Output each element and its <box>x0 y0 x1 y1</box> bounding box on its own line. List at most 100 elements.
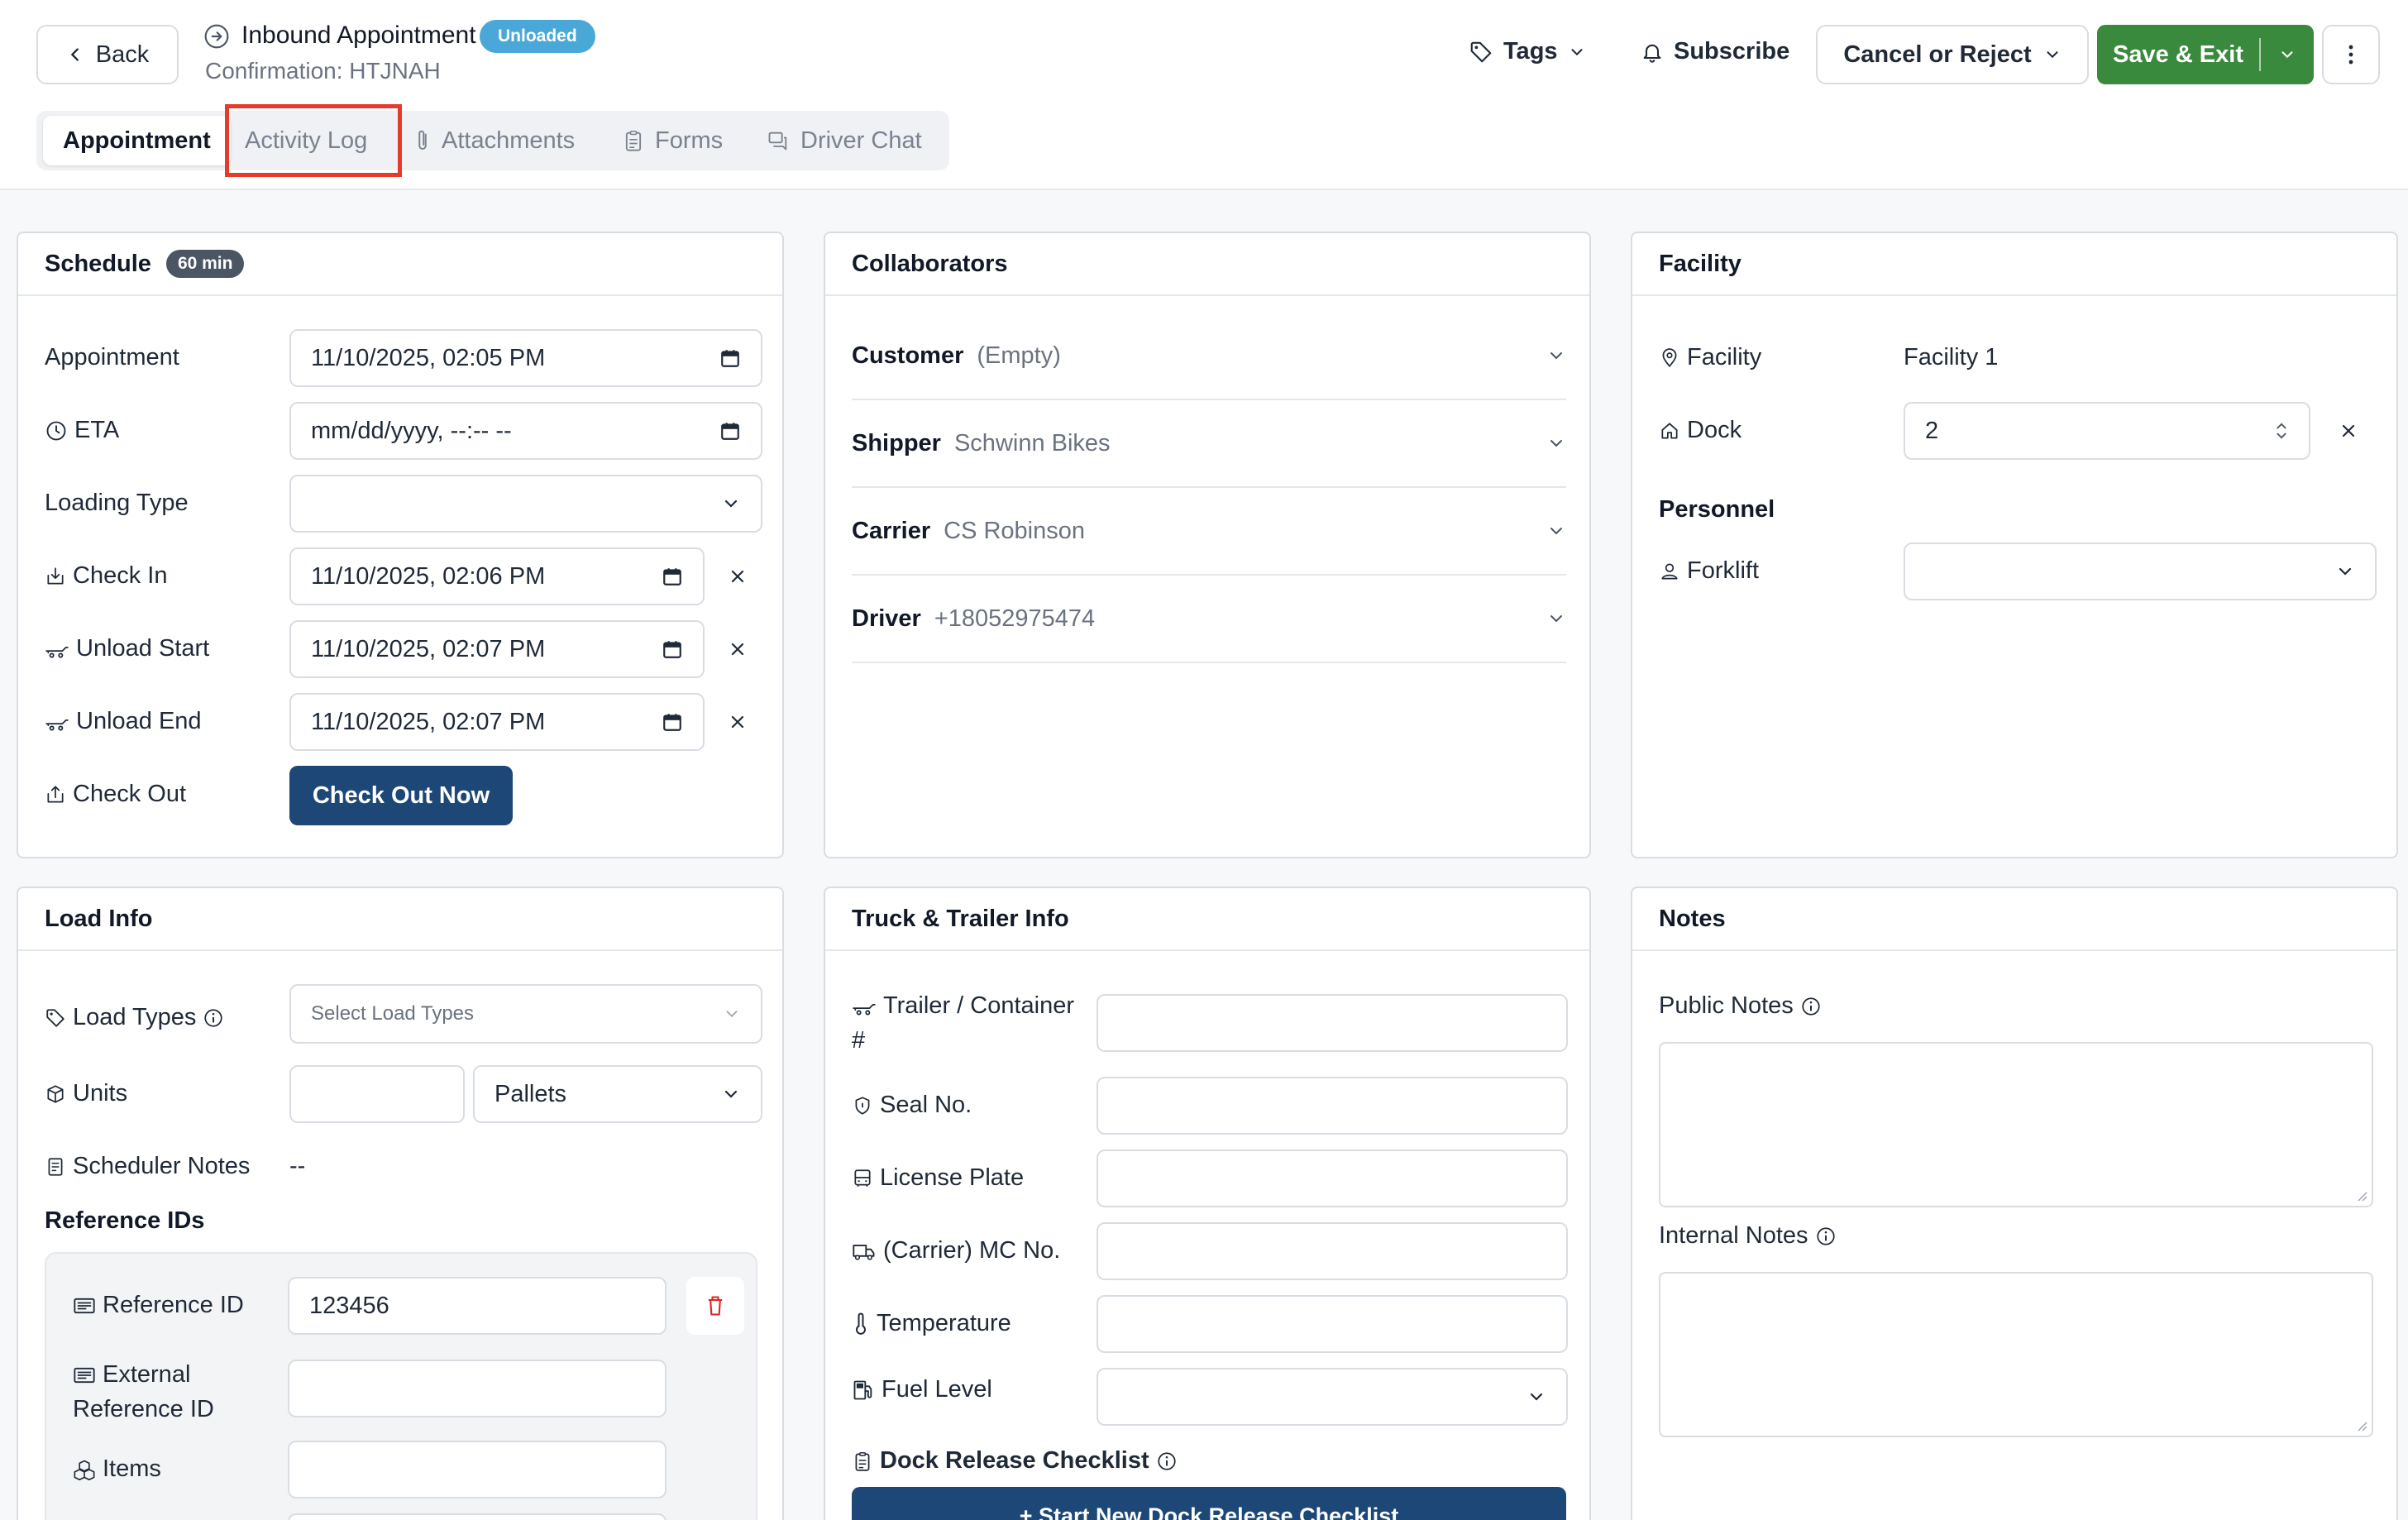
clear-dock-button[interactable] <box>2334 416 2363 446</box>
calendar-icon[interactable] <box>719 347 741 369</box>
highlight-box <box>225 104 402 177</box>
trash-icon <box>705 1294 725 1317</box>
close-icon <box>728 639 748 659</box>
collaborator-carrier-row[interactable]: Carrier CS Robinson <box>852 488 1566 576</box>
check-out-now-button[interactable]: Check Out Now <box>289 766 513 825</box>
schedule-title: Schedule <box>45 250 151 277</box>
map-pin-icon <box>1659 347 1680 370</box>
load-info-header: Load Info <box>18 888 782 951</box>
public-notes-textarea[interactable] <box>1659 1042 2373 1207</box>
cancel-or-reject-button[interactable]: Cancel or Reject <box>1816 25 2089 84</box>
tags-button[interactable]: Tags <box>1469 38 1586 65</box>
trailer-number-input[interactable] <box>1096 994 1568 1052</box>
box-icon <box>45 1083 66 1105</box>
collaborator-customer-row[interactable]: Customer (Empty) <box>852 313 1566 400</box>
forklift-label: Forklift <box>1659 557 1759 585</box>
forklift-select[interactable] <box>1904 543 2377 600</box>
tab-driver-chat[interactable]: Driver Chat <box>766 111 922 170</box>
dock-release-checklist-label: Dock Release Checklist <box>852 1447 1178 1475</box>
save-and-exit-button[interactable]: Save & Exit <box>2097 25 2259 84</box>
license-plate-label: License Plate <box>852 1164 1024 1192</box>
tags-label: Tags <box>1503 38 1558 65</box>
home-icon <box>1659 420 1680 442</box>
close-icon <box>728 566 748 586</box>
notes-title: Notes <box>1659 905 1726 932</box>
loading-type-label: Loading Type <box>45 490 189 516</box>
resize-handle-icon[interactable] <box>2355 1189 2368 1202</box>
eta-datetime-input[interactable]: mm/dd/yyyy, --:-- -- <box>289 402 762 460</box>
unload-start-datetime-input[interactable]: 11/10/2025, 02:07 PM <box>289 620 705 678</box>
delete-reference-button[interactable] <box>686 1277 744 1335</box>
trailer-label-line2: # <box>852 1027 866 1054</box>
internal-notes-textarea[interactable] <box>1659 1272 2373 1437</box>
save-options-button[interactable] <box>2261 25 2314 84</box>
appointment-label: Appointment <box>45 344 179 370</box>
calendar-icon[interactable] <box>662 638 683 660</box>
items-label: Items <box>73 1455 161 1483</box>
info-icon[interactable] <box>203 1007 224 1029</box>
clear-unload-start-button[interactable] <box>723 634 752 664</box>
check-in-datetime-input[interactable]: 11/10/2025, 02:06 PM <box>289 547 705 605</box>
collaborator-shipper-row[interactable]: Shipper Schwinn Bikes <box>852 400 1566 488</box>
calendar-icon[interactable] <box>719 420 741 442</box>
tab-forms[interactable]: Forms <box>622 111 723 170</box>
temperature-label: Temperature <box>852 1310 1011 1337</box>
schedule-card: Schedule 60 min Appointment 11/10/2025, … <box>17 232 784 858</box>
mc-number-input[interactable] <box>1096 1222 1568 1280</box>
mc-number-label: (Carrier) MC No. <box>852 1237 1060 1264</box>
next-reference-input[interactable] <box>288 1513 666 1520</box>
reference-id-input[interactable]: 123456 <box>288 1277 666 1335</box>
reference-id-group: Reference ID 123456 External Reference I… <box>45 1252 757 1520</box>
more-options-button[interactable] <box>2322 25 2380 84</box>
units-label: Units <box>45 1080 127 1107</box>
info-icon[interactable] <box>1800 996 1822 1017</box>
appointment-datetime-input[interactable]: 11/10/2025, 02:05 PM <box>289 329 762 387</box>
loading-type-select[interactable] <box>289 475 762 533</box>
clock-icon <box>45 419 68 442</box>
check-out-icon <box>45 783 66 806</box>
start-dock-release-checklist-button[interactable]: + Start New Dock Release Checklist <box>852 1487 1566 1520</box>
back-button[interactable]: Back <box>36 25 179 84</box>
subscribe-button[interactable]: Subscribe <box>1641 38 1789 65</box>
calendar-icon[interactable] <box>662 711 683 733</box>
truck-trailer-card: Truck & Trailer Info Trailer / Container… <box>824 887 1591 1520</box>
items-input[interactable] <box>288 1441 666 1498</box>
truck-icon <box>45 712 69 732</box>
resize-handle-icon[interactable] <box>2355 1419 2368 1432</box>
units-input[interactable] <box>289 1065 465 1123</box>
info-icon[interactable] <box>1156 1451 1178 1472</box>
seal-number-input[interactable] <box>1096 1077 1568 1135</box>
unload-start-value: 11/10/2025, 02:07 PM <box>311 635 546 662</box>
chevron-down-icon <box>721 1084 741 1104</box>
unload-end-datetime-input[interactable]: 11/10/2025, 02:07 PM <box>289 693 705 751</box>
calendar-icon[interactable] <box>662 566 683 587</box>
unload-start-label: Unload Start <box>45 635 209 662</box>
info-icon[interactable] <box>1815 1226 1837 1247</box>
license-plate-input[interactable] <box>1096 1150 1568 1207</box>
temperature-input[interactable] <box>1096 1295 1568 1353</box>
clear-unload-end-button[interactable] <box>723 707 752 737</box>
chevron-down-icon <box>1546 346 1566 366</box>
tab-appointment[interactable]: Appointment <box>43 116 231 165</box>
trailer-icon <box>852 997 877 1016</box>
status-badge: Unloaded <box>480 20 595 53</box>
scheduler-notes-label: Scheduler Notes <box>45 1153 250 1180</box>
fuel-level-select[interactable] <box>1096 1368 1568 1426</box>
chevron-down-icon <box>1546 521 1566 541</box>
carrier-label: Carrier <box>852 517 931 544</box>
clear-check-in-button[interactable] <box>723 562 752 591</box>
units-type-select[interactable]: Pallets <box>473 1065 762 1123</box>
notes-icon <box>45 1155 66 1178</box>
tab-attachments[interactable]: Attachments <box>413 111 575 170</box>
stepper-icon[interactable] <box>2274 419 2289 442</box>
page-title: Inbound Appointment <box>241 22 476 49</box>
dock-number-input[interactable]: 2 <box>1904 402 2310 460</box>
tag-icon <box>1469 40 1493 65</box>
collaborator-driver-row[interactable]: Driver +18052975474 <box>852 576 1566 663</box>
external-reference-input[interactable] <box>288 1360 666 1417</box>
truck-trailer-title: Truck & Trailer Info <box>852 905 1069 932</box>
customer-value: (Empty) <box>977 342 1061 369</box>
notes-header: Notes <box>1632 888 2396 951</box>
load-types-select[interactable]: Select Load Types <box>289 984 762 1044</box>
external-reference-label-line1: External <box>73 1361 190 1389</box>
